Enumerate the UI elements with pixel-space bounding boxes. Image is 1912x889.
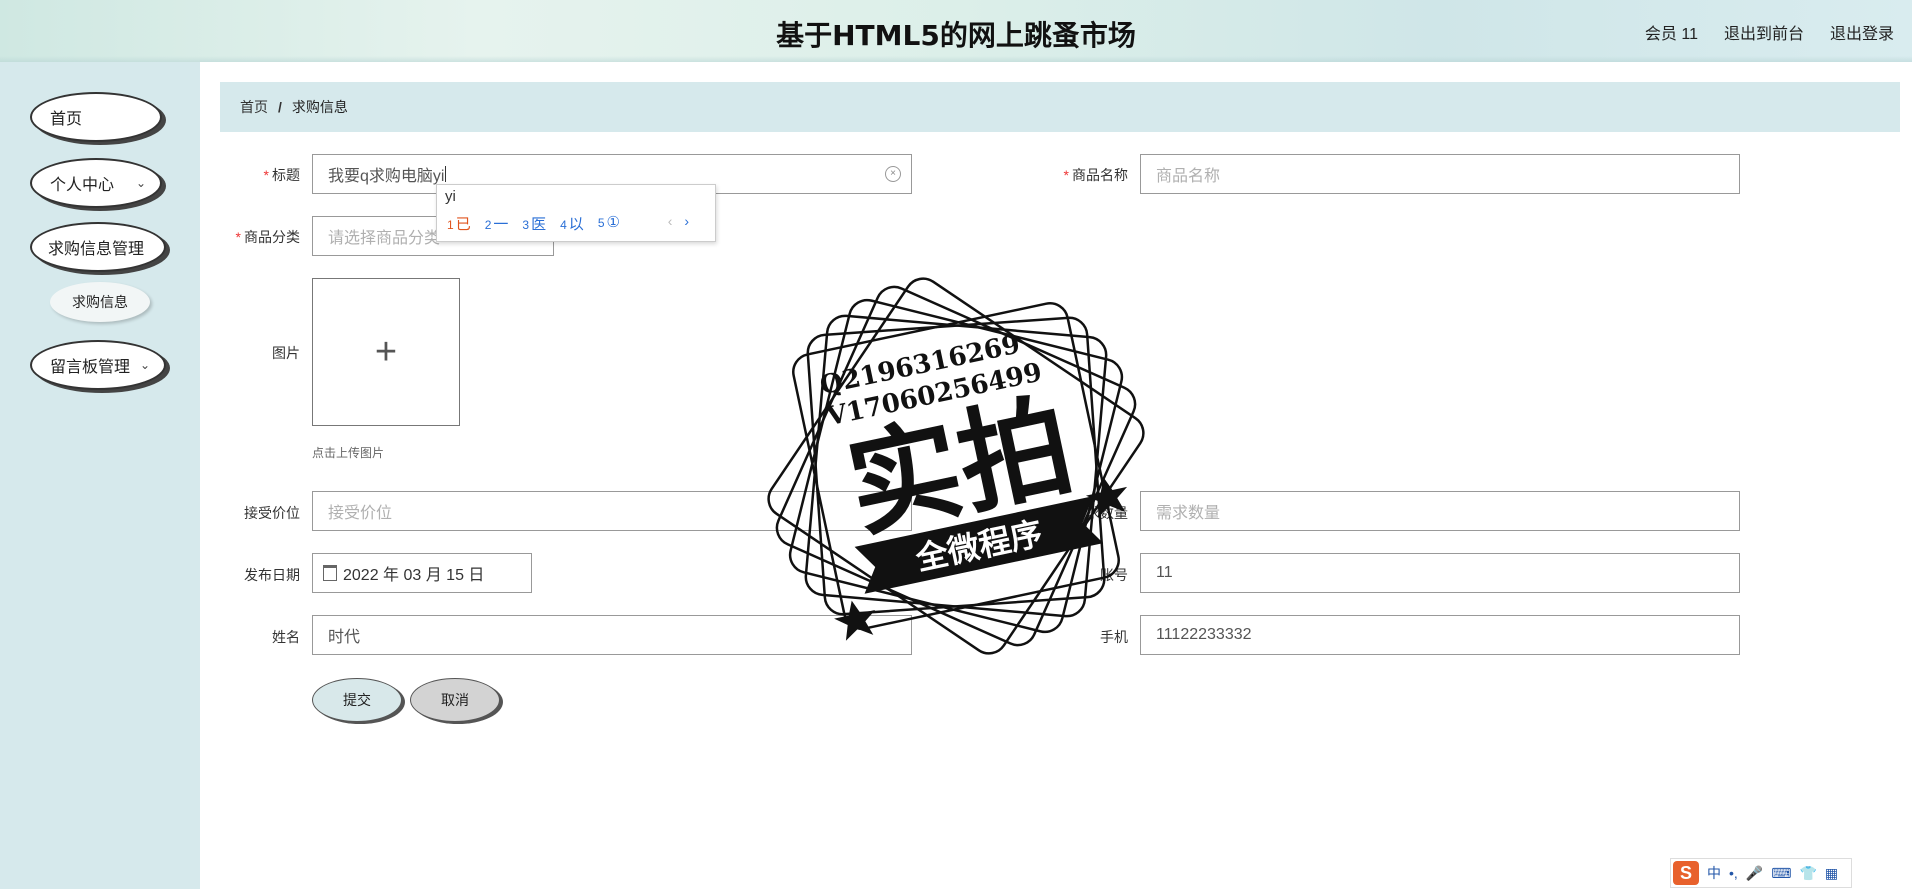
sidebar-item-label: 求购信息 <box>72 294 128 310</box>
ime-candidate-popup: yi 1已 2一 3医 4以 5① ‹ › <box>436 184 716 242</box>
ime-candidate-1[interactable]: 1已 <box>447 213 471 234</box>
breadcrumb-separator: / <box>278 99 282 115</box>
price-input[interactable]: 接受价位 <box>312 491 912 531</box>
publish-date-picker[interactable]: 2022 年 03 月 15 日 <box>312 553 532 593</box>
sidebar-subitem-purchase-info[interactable]: 求购信息 <box>50 282 150 322</box>
sogou-logo-icon[interactable]: S <box>1673 861 1699 885</box>
ime-toolbar: S 中 •, 🎤 ⌨ 👕 ▦ <box>1670 858 1852 888</box>
ime-mode-toggle[interactable]: 中 <box>1707 863 1721 883</box>
ime-candidates: 1已 2一 3医 4以 5① <box>447 213 620 234</box>
phone-input[interactable]: 11122233332 <box>1140 615 1740 655</box>
upload-hint: 点击上传图片 <box>312 446 385 460</box>
product-name-label: * 商品名称 <box>1063 167 1128 183</box>
calendar-icon <box>323 565 337 581</box>
ime-punct-toggle[interactable]: •, <box>1729 865 1738 881</box>
watermark-line2: V17060256499 <box>823 357 1045 432</box>
sidebar-item-personal-center[interactable]: 个人中心 ⌄ <box>30 158 162 208</box>
ime-page-nav: ‹ › <box>668 213 689 229</box>
price-label: 接受价位 <box>244 505 300 521</box>
ime-composition: yi <box>445 188 456 205</box>
watermark-stamp: Q2196316269 V17060256499 实拍 全微程序 <box>767 277 1145 655</box>
member-link[interactable]: 会员 11 <box>1645 20 1698 44</box>
skin-icon[interactable]: 👕 <box>1799 865 1816 882</box>
breadcrumb: 首页 / 求购信息 <box>220 82 1900 132</box>
quantity-input[interactable]: 需求数量 <box>1140 491 1740 531</box>
product-name-input[interactable]: 商品名称 <box>1140 154 1740 194</box>
account-label: 账号 <box>1100 567 1128 583</box>
watermark-banner: 全微程序 <box>912 514 1046 578</box>
ime-prev-icon[interactable]: ‹ <box>668 213 673 229</box>
grid-icon[interactable]: ▦ <box>1825 865 1838 882</box>
title-label: * 标题 <box>263 167 300 183</box>
sidebar-item-message-board[interactable]: 留言板管理 ⌄ <box>30 340 166 390</box>
ime-candidate-5[interactable]: 5① <box>598 213 620 234</box>
category-label: * 商品分类 <box>235 229 300 245</box>
chevron-down-icon: ⌄ <box>135 176 146 190</box>
ime-candidate-3[interactable]: 3医 <box>522 213 546 234</box>
breadcrumb-home[interactable]: 首页 <box>240 97 268 117</box>
phone-label: 手机 <box>1100 629 1128 645</box>
sidebar-item-label: 个人中心 <box>50 177 115 194</box>
sidebar-item-label: 留言板管理 <box>50 359 131 376</box>
mic-icon[interactable]: 🎤 <box>1746 865 1763 882</box>
site-title: 基于HTML5的网上跳蚤市场 <box>776 19 1136 52</box>
plus-icon: + <box>374 331 398 373</box>
chevron-down-icon: ⌄ <box>139 358 150 372</box>
back-to-frontend-link[interactable]: 退出到前台 <box>1724 20 1804 44</box>
breadcrumb-current: 求购信息 <box>291 99 348 115</box>
ime-candidate-4[interactable]: 4以 <box>560 213 584 234</box>
sidebar-item-label: 求购信息管理 <box>48 241 145 258</box>
header-bar: 基于HTML5的网上跳蚤市场 会员 11 退出到前台 退出登录 <box>0 0 1912 62</box>
sidebar: 首页 个人中心 ⌄ 求购信息管理 求购信息 留言板管理 ⌄ <box>0 62 200 889</box>
ime-next-icon[interactable]: › <box>684 213 689 229</box>
sidebar-item-home[interactable]: 首页 <box>30 92 162 142</box>
image-upload-box[interactable]: + <box>312 278 460 426</box>
name-input[interactable]: 时代 <box>312 615 912 655</box>
name-label: 姓名 <box>272 629 300 645</box>
cancel-button[interactable]: 取消 <box>410 678 500 722</box>
watermark-line1: Q2196316269 <box>817 329 1022 401</box>
quantity-label: 需求数量 <box>1072 505 1128 521</box>
ime-candidate-2[interactable]: 2一 <box>485 213 509 234</box>
header-links: 会员 11 退出到前台 退出登录 <box>1645 20 1894 44</box>
clear-icon[interactable]: × <box>885 166 901 182</box>
submit-button[interactable]: 提交 <box>312 678 402 722</box>
keyboard-icon[interactable]: ⌨ <box>1771 865 1791 882</box>
publish-date-label: 发布日期 <box>244 567 300 583</box>
sidebar-item-purchase-management[interactable]: 求购信息管理 <box>30 222 166 272</box>
sidebar-item-label: 首页 <box>50 111 83 128</box>
image-label: 图片 <box>272 345 300 361</box>
account-input[interactable]: 11 <box>1140 553 1740 593</box>
logout-link[interactable]: 退出登录 <box>1830 20 1894 44</box>
